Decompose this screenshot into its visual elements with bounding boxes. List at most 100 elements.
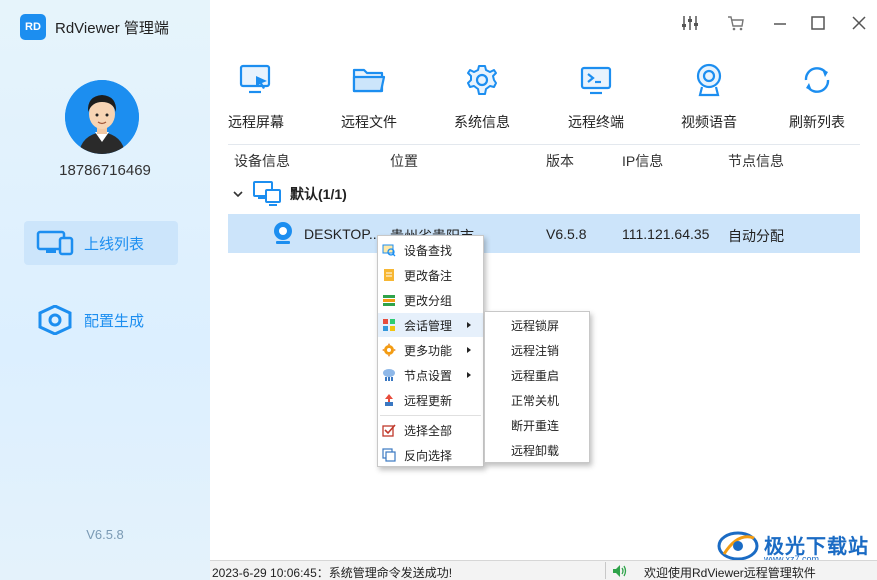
- toolbar-label: 系统信息: [454, 114, 510, 130]
- toolbar-label: 刷新列表: [789, 114, 845, 130]
- webcam-icon: [696, 63, 722, 97]
- submenu-item-remote-lock[interactable]: 远程锁屏: [485, 313, 589, 338]
- gear-icon: [467, 65, 497, 95]
- toolbar-label: 远程文件: [341, 114, 397, 130]
- remote-file-button[interactable]: 远程文件: [324, 62, 414, 132]
- menu-item-change-note[interactable]: 更改备注: [378, 263, 483, 287]
- folder-icon: [352, 68, 386, 93]
- sidebar-item-config-generate[interactable]: 配置生成: [24, 298, 178, 342]
- video-voice-button[interactable]: 视频语音: [664, 62, 754, 132]
- remote-screen-button[interactable]: 远程屏幕: [211, 62, 301, 132]
- app-version: V6.5.8: [86, 527, 124, 542]
- submenu-arrow-icon: [467, 322, 471, 328]
- submenu-arrow-icon: [467, 372, 471, 378]
- menu-item-label: 会话管理: [404, 318, 453, 333]
- hexagon-nut-icon: [38, 305, 72, 335]
- context-menu: 设备查找 更改备注 更改分组 会话管理 更多功能 节点设置 远程更新 选择全部 …: [377, 235, 484, 467]
- invert-selection-icon: [382, 448, 396, 462]
- cart-button[interactable]: [725, 12, 747, 34]
- app-logo: RD: [20, 14, 46, 40]
- menu-item-label: 节点设置: [404, 368, 453, 383]
- speaker-icon[interactable]: [612, 564, 628, 578]
- brand: RD RdViewer 管理端: [20, 14, 169, 40]
- chevron-down-icon[interactable]: [232, 188, 244, 200]
- sidebar-item-label: 配置生成: [84, 312, 145, 330]
- column-header-version[interactable]: 版本: [546, 151, 574, 171]
- user-avatar-icon: [65, 80, 139, 154]
- settings-sliders-icon: [682, 16, 698, 30]
- more-functions-icon: [382, 343, 396, 357]
- avatar[interactable]: [65, 80, 139, 154]
- close-button[interactable]: [848, 12, 870, 34]
- device-group-icon: [253, 181, 281, 206]
- close-icon: [852, 16, 866, 30]
- group-icon: [383, 295, 395, 306]
- sidebar: RD RdViewer 管理端 18786716469 上线列表 配置生成 V6…: [0, 0, 210, 580]
- cell-ip: 111.121.64.35: [622, 226, 710, 242]
- search-device-icon: [382, 244, 396, 257]
- submenu-item-uninstall[interactable]: 远程卸载: [485, 438, 589, 463]
- watermark-logo-icon: [717, 531, 759, 561]
- menu-item-label: 更多功能: [404, 343, 453, 358]
- settings-button[interactable]: [679, 12, 701, 34]
- cell-device: DESKTOP...: [304, 226, 381, 242]
- refresh-list-button[interactable]: 刷新列表: [772, 62, 862, 132]
- session-icon: [383, 319, 395, 331]
- column-header-location[interactable]: 位置: [390, 151, 418, 171]
- menu-item-session-management[interactable]: 会话管理: [378, 313, 483, 337]
- toolbar-label: 视频语音: [681, 114, 737, 130]
- menu-item-label: 反向选择: [404, 448, 453, 463]
- cell-node: 自动分配: [728, 228, 784, 244]
- session-submenu: 远程锁屏 远程注销 远程重启 正常关机 断开重连 远程卸载: [484, 311, 590, 463]
- submenu-item-shutdown[interactable]: 正常关机: [485, 388, 589, 413]
- menu-separator: [380, 415, 481, 416]
- menu-item-more-functions[interactable]: 更多功能: [378, 338, 483, 362]
- column-header-ip[interactable]: IP信息: [622, 151, 663, 171]
- select-all-icon: [382, 424, 396, 437]
- device-group[interactable]: 默认(1/1): [228, 180, 347, 208]
- remote-update-icon: [385, 394, 393, 406]
- status-separator: [605, 562, 606, 579]
- menu-item-select-all[interactable]: 选择全部: [378, 418, 483, 442]
- monitor-devices-icon: [36, 230, 74, 256]
- menu-item-find-device[interactable]: 设备查找: [378, 238, 483, 262]
- menu-item-label: 设备查找: [404, 243, 453, 258]
- node-settings-icon: [383, 369, 395, 381]
- submenu-item-remote-restart[interactable]: 远程重启: [485, 363, 589, 388]
- minimize-button[interactable]: [769, 12, 791, 34]
- submenu-item-reconnect[interactable]: 断开重连: [485, 413, 589, 438]
- sidebar-item-online-list[interactable]: 上线列表: [24, 221, 178, 265]
- sidebar-item-label: 上线列表: [84, 235, 145, 253]
- toolbar-label: 远程终端: [568, 114, 624, 130]
- menu-item-change-group[interactable]: 更改分组: [378, 288, 483, 312]
- menu-item-label: 更改分组: [404, 293, 453, 308]
- menu-item-label: 选择全部: [404, 423, 453, 438]
- menu-item-node-settings[interactable]: 节点设置: [378, 363, 483, 387]
- column-header-node[interactable]: 节点信息: [728, 151, 784, 171]
- menu-item-remote-update[interactable]: 远程更新: [378, 388, 483, 412]
- table-row[interactable]: DESKTOP... 贵州省贵阳市 V6.5.8 111.121.64.35 自…: [228, 214, 860, 253]
- remote-terminal-button[interactable]: 远程终端: [551, 62, 641, 132]
- submenu-item-remote-logoff[interactable]: 远程注销: [485, 338, 589, 363]
- menu-item-label: 更改备注: [404, 268, 453, 283]
- webcam-device-icon: [274, 222, 292, 244]
- minimize-icon: [774, 23, 786, 25]
- group-label: 默认(1/1): [290, 186, 347, 202]
- remote-screen-icon: [239, 64, 271, 94]
- column-header-device[interactable]: 设备信息: [234, 151, 290, 171]
- maximize-button[interactable]: [807, 12, 829, 34]
- app-title: RdViewer 管理端: [55, 19, 169, 37]
- status-bar: 2023-6-29 10:06:45：系统管理命令发送成功! 欢迎使用RdVie…: [210, 560, 877, 580]
- refresh-icon: [804, 67, 830, 93]
- cell-version: V6.5.8: [546, 226, 587, 242]
- system-info-button[interactable]: 系统信息: [437, 62, 527, 132]
- status-message: 2023-6-29 10:06:45：系统管理命令发送成功!: [212, 566, 453, 580]
- toolbar-divider: [228, 144, 860, 145]
- note-icon: [384, 269, 394, 281]
- toolbar-label: 远程屏幕: [228, 114, 284, 130]
- menu-item-invert-selection[interactable]: 反向选择: [378, 443, 483, 467]
- user-phone: 18786716469: [59, 162, 151, 179]
- menu-item-label: 远程更新: [404, 393, 453, 408]
- maximize-icon: [811, 16, 825, 30]
- terminal-icon: [580, 66, 612, 95]
